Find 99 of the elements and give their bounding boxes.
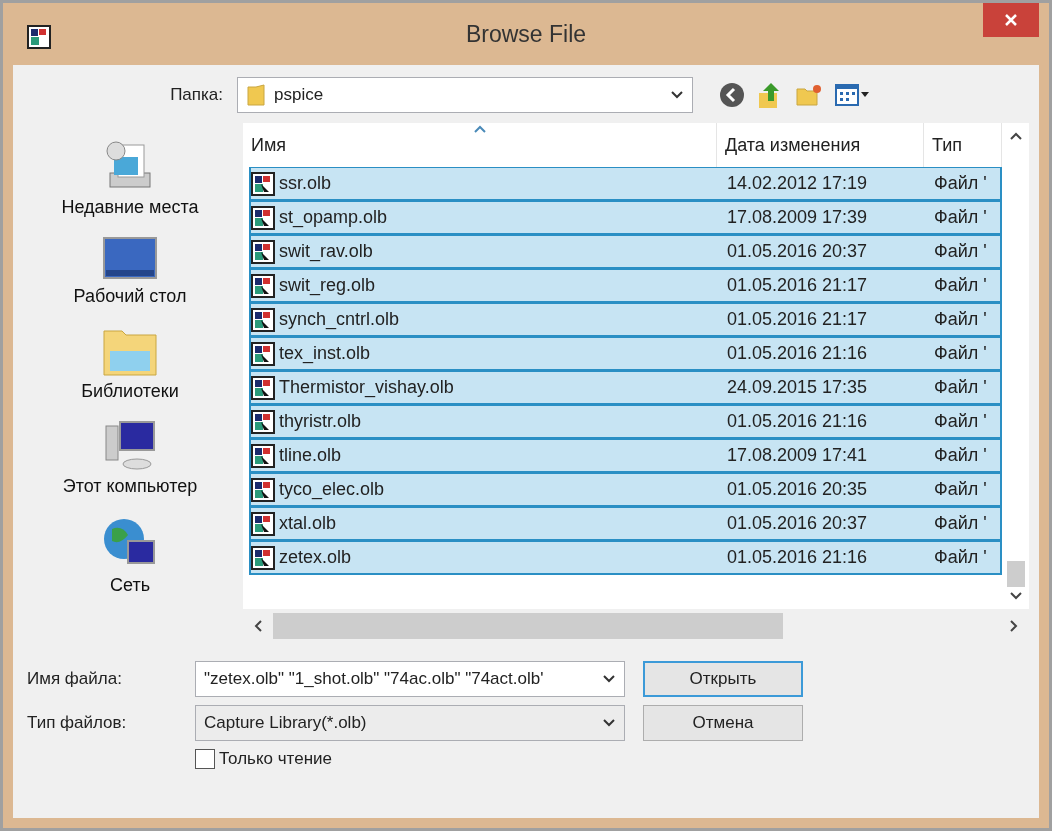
window-title: Browse File — [465, 21, 587, 48]
file-name: tex_inst.olb — [279, 343, 371, 364]
file-name: swit_reg.olb — [279, 275, 376, 296]
file-date: 01.05.2016 21:16 — [727, 547, 868, 568]
file-icon — [251, 409, 275, 434]
dropdown-caret-icon[interactable] — [670, 90, 684, 100]
file-row[interactable]: zetex.olb 01.05.2016 21:16 Файл ' — [249, 541, 1002, 575]
file-type: Файл ' — [934, 275, 987, 296]
file-type: Файл ' — [934, 207, 987, 228]
file-icon — [251, 239, 275, 264]
file-row[interactable]: tex_inst.olb 01.05.2016 21:16 Файл ' — [249, 337, 1002, 371]
file-type: Файл ' — [934, 377, 987, 398]
file-name: Thermistor_vishay.olb — [279, 377, 454, 398]
file-name: thyristr.olb — [279, 411, 362, 432]
file-row[interactable]: swit_rav.olb 01.05.2016 20:37 Файл ' — [249, 235, 1002, 269]
file-type: Файл ' — [934, 513, 987, 534]
back-button[interactable] — [719, 82, 745, 108]
file-type: Файл ' — [934, 445, 987, 466]
file-icon — [251, 341, 275, 366]
view-grid-icon — [835, 83, 871, 107]
file-type-label: Тип файлов: — [27, 713, 128, 733]
file-date: 01.05.2016 21:17 — [727, 275, 868, 296]
file-row[interactable]: tyco_elec.olb 01.05.2016 20:35 Файл ' — [249, 473, 1002, 507]
scroll-down-icon[interactable] — [1008, 591, 1023, 601]
file-icon — [251, 375, 275, 400]
file-type-value: Capture Library(*.olb) — [204, 713, 368, 733]
file-name: tline.olb — [279, 445, 342, 466]
file-icon — [251, 273, 275, 298]
place-item[interactable]: Сеть — [109, 575, 150, 596]
file-date: 14.02.2012 17:19 — [727, 173, 868, 194]
file-row[interactable]: Thermistor_vishay.olb 24.09.2015 17:35 Файл ' — [249, 371, 1002, 405]
file-name: xtal.olb — [279, 513, 337, 534]
file-name-field[interactable]: "zetex.olb" "1_shot.olb" "74ac.olb" "74act.olb' — [195, 661, 625, 697]
file-icon — [251, 545, 275, 570]
file-date: 01.05.2016 20:37 — [727, 513, 868, 534]
scroll-left-icon[interactable] — [253, 619, 263, 633]
file-name-label: Имя файла: — [27, 669, 123, 689]
file-name-value: "zetex.olb" "1_shot.olb" "74ac.olb" "74act.olb' — [204, 669, 545, 689]
new-folder-icon — [795, 83, 823, 107]
file-row[interactable]: swit_reg.olb 01.05.2016 21:17 Файл ' — [249, 269, 1002, 303]
open-button[interactable]: Открыть — [643, 661, 803, 697]
file-name: zetex.olb — [279, 547, 352, 568]
file-row[interactable]: xtal.olb 01.05.2016 20:37 Файл ' — [249, 507, 1002, 541]
file-name: ssr.olb — [279, 173, 332, 194]
place-item[interactable]: Этот компьютер — [62, 476, 198, 497]
close-button[interactable] — [983, 3, 1039, 37]
file-name: tyco_elec.olb — [279, 479, 385, 500]
file-type: Файл ' — [934, 479, 987, 500]
file-row[interactable]: ssr.olb 14.02.2012 17:19 Файл ' — [249, 167, 1002, 201]
scroll-up-icon[interactable] — [1008, 131, 1023, 141]
folder-label: Папка: — [169, 85, 223, 105]
desktop-icon — [102, 236, 158, 282]
folder-value: pspice — [274, 85, 325, 105]
read-only-label: Только чтение — [219, 749, 332, 769]
read-only-checkbox[interactable] — [195, 749, 215, 769]
file-type: Файл ' — [934, 343, 987, 364]
view-menu-button[interactable] — [835, 83, 871, 107]
close-icon — [1004, 13, 1018, 27]
folder-icon — [246, 83, 266, 107]
vertical-scroll-thumb[interactable] — [1006, 561, 1025, 587]
file-icon — [251, 511, 275, 536]
horizontal-scroll-thumb[interactable] — [273, 613, 783, 639]
file-type: Файл ' — [934, 547, 987, 568]
file-type-dropdown[interactable]: Capture Library(*.olb) — [195, 705, 625, 741]
dropdown-caret-icon[interactable] — [602, 718, 616, 728]
file-date: 01.05.2016 20:37 — [727, 241, 868, 262]
new-folder-button[interactable] — [795, 83, 823, 107]
file-icon — [251, 171, 275, 196]
file-row[interactable]: st_opamp.olb 17.08.2009 17:39 Файл ' — [249, 201, 1002, 235]
file-row[interactable]: tline.olb 17.08.2009 17:41 Файл ' — [249, 439, 1002, 473]
file-row[interactable]: thyristr.olb 01.05.2016 21:16 Файл ' — [249, 405, 1002, 439]
file-date: 01.05.2016 21:16 — [727, 411, 868, 432]
file-type: Файл ' — [934, 309, 987, 330]
file-date: 01.05.2016 20:35 — [727, 479, 868, 500]
file-type: Файл ' — [934, 411, 987, 432]
place-item[interactable]: Рабочий стол — [73, 286, 187, 307]
file-type: Файл ' — [934, 173, 987, 194]
file-icon — [251, 443, 275, 468]
file-date: 24.09.2015 17:35 — [727, 377, 868, 398]
computer-icon — [102, 420, 158, 472]
file-icon — [251, 307, 275, 332]
file-date: 01.05.2016 21:16 — [727, 343, 868, 364]
file-date: 17.08.2009 17:41 — [727, 445, 868, 466]
file-name: synch_cntrl.olb — [279, 309, 400, 330]
scroll-right-icon[interactable] — [1009, 619, 1019, 633]
file-icon — [251, 205, 275, 230]
file-icon — [251, 477, 275, 502]
place-item[interactable]: Библиотеки — [81, 381, 179, 402]
file-type: Файл ' — [934, 241, 987, 262]
file-date: 01.05.2016 21:17 — [727, 309, 868, 330]
file-date: 17.08.2009 17:39 — [727, 207, 868, 228]
dropdown-caret-icon[interactable] — [602, 674, 616, 684]
file-name: swit_rav.olb — [279, 241, 373, 262]
app-icon — [27, 25, 51, 49]
file-name: st_opamp.olb — [279, 207, 388, 228]
place-item[interactable]: Недавние места — [61, 197, 199, 218]
file-row[interactable]: synch_cntrl.olb 01.05.2016 21:17 Файл ' — [249, 303, 1002, 337]
cancel-button[interactable]: Отмена — [643, 705, 803, 741]
folder-dropdown[interactable]: pspice — [237, 77, 693, 113]
